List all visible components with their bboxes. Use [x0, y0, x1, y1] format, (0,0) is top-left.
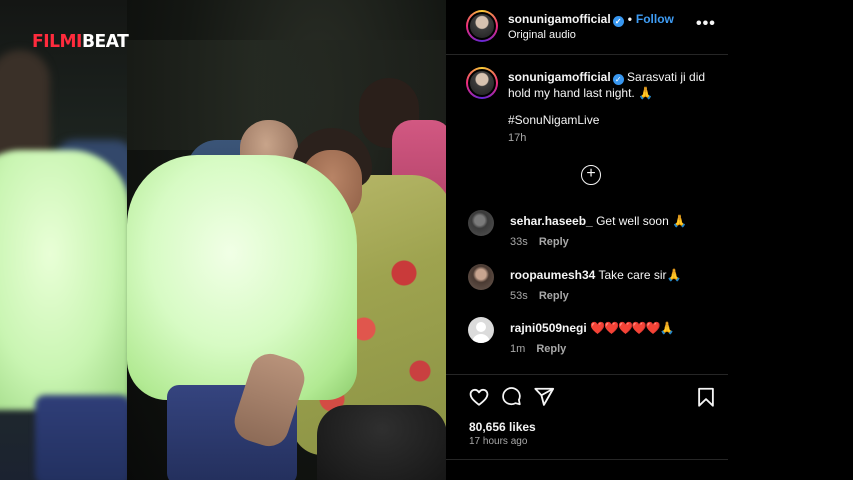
commenter-username[interactable]: sehar.haseeb_ — [510, 214, 593, 228]
comment-item: sehar.haseeb_ Get well soon 🙏 33s Reply — [466, 210, 721, 250]
default-avatar-icon[interactable] — [468, 317, 494, 343]
comment-text: 🙏 — [659, 321, 675, 335]
commenter-avatar[interactable] — [468, 210, 494, 236]
reply-button[interactable]: Reply — [536, 343, 566, 355]
verified-badge-icon: ✓ — [612, 16, 624, 27]
comment-item: roopaumesh34 Take care sir🙏 53s Reply — [466, 264, 721, 304]
blurred-background-panel — [0, 0, 127, 480]
reply-button[interactable]: Reply — [539, 290, 569, 302]
separator-dot: • — [627, 12, 632, 26]
more-options-icon[interactable]: ••• — [696, 15, 716, 33]
author-avatar[interactable] — [466, 10, 498, 42]
verified-badge-icon: ✓ — [612, 74, 624, 85]
comment-item: rajni0509negi ❤️❤️❤️❤️❤️🙏 1m Reply — [466, 317, 721, 357]
post-age: 17 hours ago — [469, 436, 528, 447]
comment-meta: 33s Reply — [510, 236, 569, 248]
page-gutter — [728, 0, 853, 480]
comment-meta: 1m Reply — [510, 343, 566, 355]
author-line: sonunigamofficial ✓ • Follow — [508, 12, 674, 27]
likes-count[interactable]: 80,656 likes — [469, 420, 536, 434]
follow-button[interactable]: Follow — [636, 12, 674, 26]
comment-time: 53s — [510, 290, 528, 302]
caption-username[interactable]: sonunigamofficial — [508, 70, 611, 84]
heart-icon[interactable] — [468, 386, 490, 408]
caption-hashtag[interactable]: #SonuNigamLive — [508, 113, 599, 127]
share-icon[interactable] — [533, 386, 555, 408]
commenter-avatar[interactable] — [468, 264, 494, 290]
commenter-username[interactable]: rajni0509negi — [510, 321, 587, 335]
reply-button[interactable]: Reply — [539, 236, 569, 248]
caption-timestamp: 17h — [508, 132, 527, 144]
post-media[interactable]: FILMIBEAT — [0, 0, 446, 480]
save-icon[interactable] — [695, 386, 717, 408]
comment-time: 33s — [510, 236, 528, 248]
comment-text-line: rajni0509negi ❤️❤️❤️❤️❤️🙏 — [510, 321, 675, 335]
load-more-comments-icon[interactable]: + — [581, 165, 601, 185]
original-audio-link[interactable]: Original audio — [508, 29, 576, 41]
heart-emojis: ❤️❤️❤️❤️❤️ — [590, 321, 661, 335]
comment-text-line: roopaumesh34 Take care sir🙏 — [510, 268, 681, 282]
divider — [446, 459, 728, 460]
comment-time: 1m — [510, 343, 526, 355]
post-header: sonunigamofficial ✓ • Follow Original audio… — [446, 0, 728, 55]
comment-text-line: sehar.haseeb_ Get well soon 🙏 — [510, 214, 687, 228]
author-username[interactable]: sonunigamofficial — [508, 12, 611, 26]
comment-text: Get well soon 🙏 — [596, 214, 688, 228]
logo-part-filmi: FILMI — [32, 31, 82, 52]
caption-text-block: sonunigamofficial ✓ Sarasvati ji did hold… — [508, 69, 726, 101]
video-frame[interactable] — [127, 0, 446, 480]
comment-text: Take care sir🙏 — [598, 268, 682, 282]
logo-part-beat: BEAT — [81, 31, 129, 52]
action-bar: 80,656 likes 17 hours ago — [446, 374, 728, 480]
filmibeat-logo: FILMIBEAT — [32, 31, 129, 53]
comment-meta: 53s Reply — [510, 290, 569, 302]
post-sidebar: sonunigamofficial ✓ • Follow Original audio… — [446, 0, 728, 480]
caption-author-avatar[interactable] — [466, 67, 498, 99]
commenter-username[interactable]: roopaumesh34 — [510, 268, 595, 282]
comment-icon[interactable] — [501, 386, 523, 408]
